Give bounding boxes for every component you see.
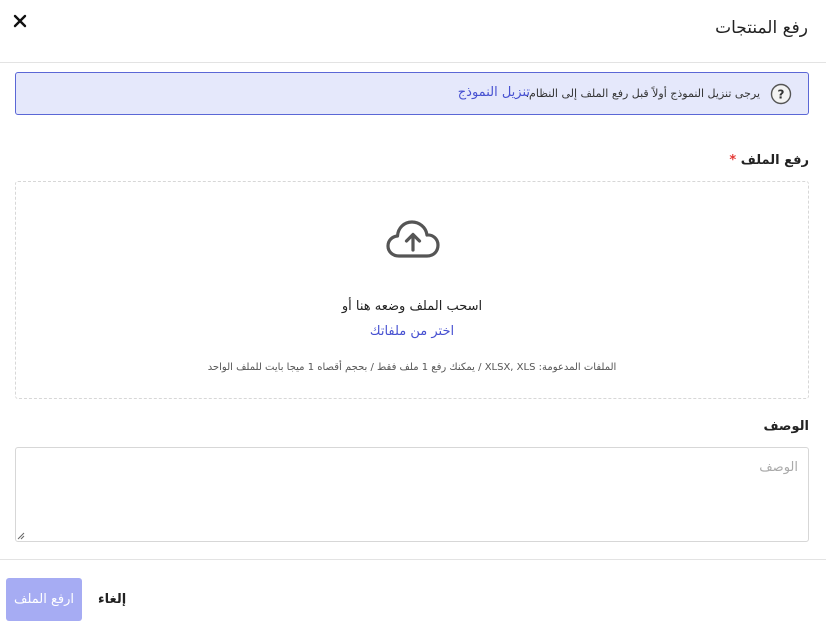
description-label: الوصف	[763, 419, 809, 434]
upload-label: رفع الملف *	[729, 153, 809, 168]
cloud-upload-icon	[386, 220, 440, 258]
file-dropzone[interactable]: اسحب الملف وضعه هنا أو اختر من ملفاتك ال…	[15, 181, 809, 399]
upload-label-text: رفع الملف	[740, 153, 809, 168]
upload-file-button[interactable]: ارفع الملف	[6, 578, 82, 621]
question-circle-icon: ?	[770, 83, 792, 105]
dropzone-hint: الملفات المدعومة: XLSX, XLS / يمكنك رفع …	[207, 362, 617, 373]
cancel-button[interactable]: إلغاء	[92, 578, 132, 621]
required-mark: *	[729, 153, 737, 168]
svg-text:?: ?	[778, 88, 785, 102]
dialog-title: رفع المنتجات	[715, 18, 808, 38]
close-icon[interactable]	[11, 12, 29, 30]
download-template-link[interactable]: تنزيل النموذج	[458, 85, 530, 100]
info-banner: ? يرجى تنزيل النموذج أولاً قبل رفع الملف…	[15, 72, 809, 115]
resize-grip-icon[interactable]	[17, 532, 25, 540]
browse-files-link[interactable]: اختر من ملفاتك	[16, 324, 808, 339]
footer-divider	[0, 559, 826, 560]
dialog-header: رفع المنتجات	[0, 0, 826, 63]
dropzone-instruction: اسحب الملف وضعه هنا أو	[341, 299, 483, 314]
banner-message: يرجى تنزيل النموذج أولاً قبل رفع الملف إ…	[525, 87, 760, 100]
description-field[interactable]	[15, 447, 809, 542]
